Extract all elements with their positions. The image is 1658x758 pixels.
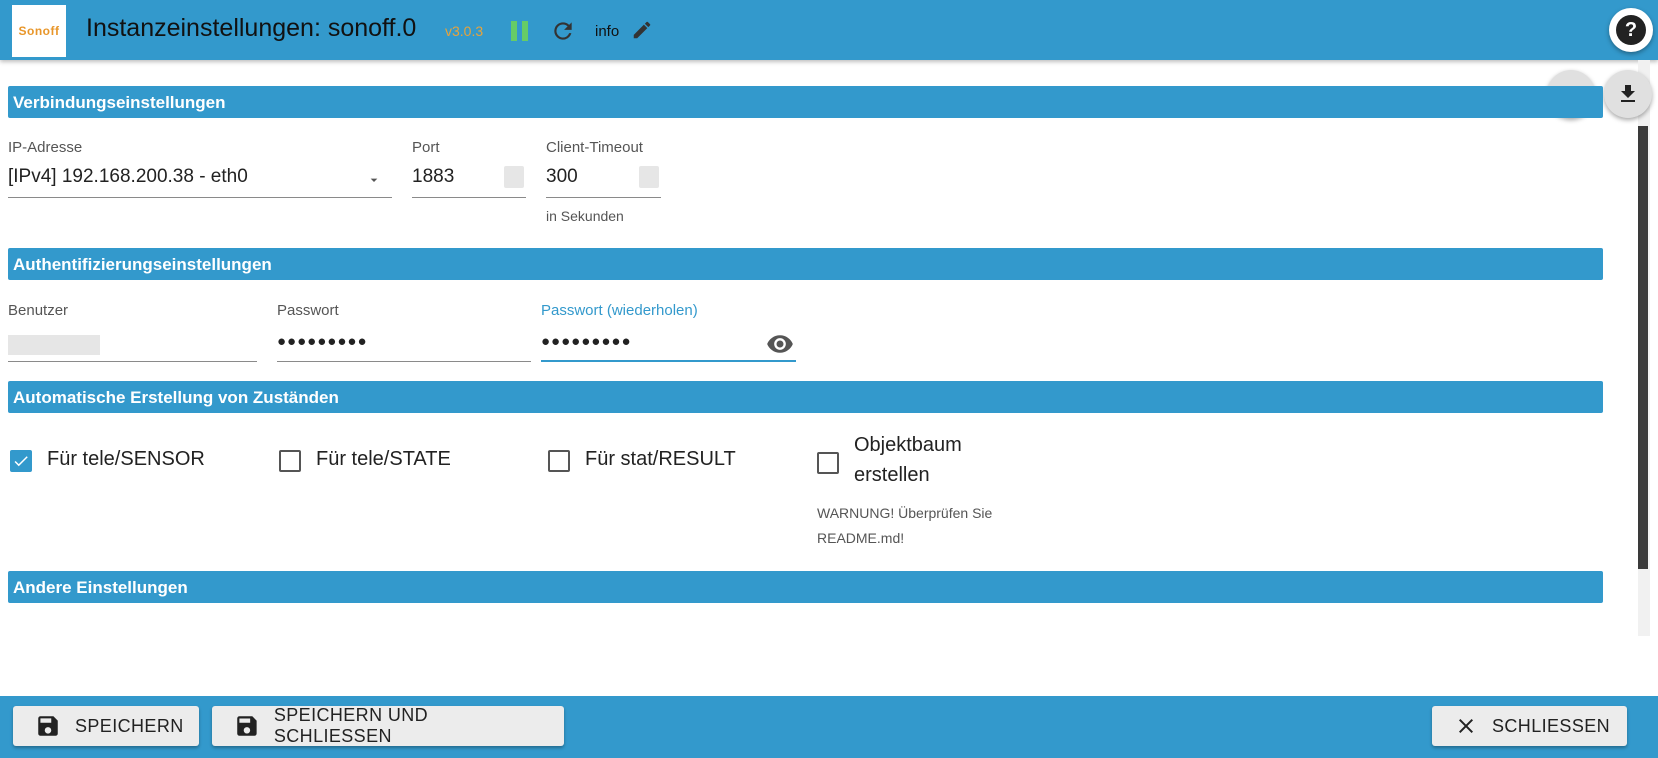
reload-icon[interactable] — [550, 18, 576, 44]
checkbox-tele-state-label: Für tele/STATE — [316, 448, 451, 470]
floppy-icon — [38, 716, 58, 736]
top-bar: Sonoff Instanzeinstellungen: sonoff.0 v3… — [0, 0, 1658, 60]
timeout-label: Client-Timeout — [546, 139, 643, 156]
password-value: ●●●●●●●●● — [277, 333, 368, 350]
close-button[interactable]: SCHLIESSEN — [1432, 706, 1627, 746]
checkbox-stat-result[interactable]: Für stat/RESULT — [548, 448, 748, 474]
floppy-icon — [237, 716, 257, 736]
checkbox-object-tree-box[interactable] — [817, 452, 839, 474]
pencil-icon[interactable] — [631, 19, 653, 41]
download-icon — [1621, 85, 1635, 102]
user-input[interactable] — [8, 324, 257, 362]
save-close-button[interactable]: SPEICHERN UND SCHLIESSEN — [212, 705, 564, 746]
checkbox-tele-state[interactable]: Für tele/STATE — [279, 448, 479, 474]
section-auth: Authentifizierungseinstellungen — [8, 248, 1603, 280]
page-title: Instanzeinstellungen: sonoff.0 — [86, 14, 417, 42]
user-label: Benutzer — [8, 302, 69, 319]
timeout-stepper[interactable] — [639, 166, 659, 188]
password-repeat-input[interactable]: ●●●●●●●●● — [541, 324, 796, 362]
warning-text-line2: README.md! — [817, 530, 905, 546]
chevron-down-icon — [370, 178, 378, 182]
checkbox-object-tree-label-line2: erstellen — [854, 464, 930, 486]
save-button-label: SPEICHERN — [75, 715, 184, 736]
password-repeat-value: ●●●●●●●●● — [541, 333, 632, 350]
version-label: v3.0.3 — [445, 23, 484, 39]
save-button[interactable]: SPEICHERN — [13, 706, 199, 746]
password-repeat-label: Passwort (wiederholen) — [541, 302, 698, 319]
logo-text: Sonoff — [18, 24, 60, 38]
scrollbar-thumb[interactable] — [1638, 126, 1648, 569]
checkbox-tele-state-box[interactable] — [279, 450, 301, 472]
checkbox-tele-sensor[interactable]: Für tele/SENSOR — [10, 448, 210, 474]
password-label: Passwort — [277, 302, 339, 319]
timeout-value: 300 — [546, 166, 578, 187]
section-other-title: Andere Einstellungen — [13, 578, 188, 597]
eye-icon[interactable] — [766, 330, 794, 358]
port-stepper[interactable] — [504, 166, 524, 188]
help-button[interactable]: ? — [1609, 8, 1653, 52]
save-close-button-label: SPEICHERN UND SCHLIESSEN — [273, 705, 429, 746]
checkbox-object-tree-label-line1: Objektbaum — [854, 434, 962, 456]
section-auto-states: Automatische Erstellung von Zuständen — [8, 381, 1603, 413]
redacted-username — [8, 335, 100, 355]
section-connection: Verbindungseinstellungen — [8, 86, 1603, 118]
help-icon: ? — [1616, 15, 1646, 45]
close-icon — [1459, 719, 1473, 733]
port-label: Port — [412, 139, 440, 156]
section-connection-title: Verbindungseinstellungen — [13, 93, 226, 112]
pause-icon[interactable] — [511, 21, 529, 41]
section-auto-states-title: Automatische Erstellung von Zuständen — [13, 388, 339, 407]
section-auth-title: Authentifizierungseinstellungen — [13, 255, 272, 274]
bottom-bar: SPEICHERN SPEICHERN UND SCHLIESSEN SCHLI… — [0, 696, 1658, 758]
timeout-input[interactable]: 300 — [546, 160, 661, 198]
checkbox-stat-result-box[interactable] — [548, 450, 570, 472]
checkbox-tele-sensor-box[interactable] — [10, 450, 32, 472]
timeout-helper: in Sekunden — [546, 208, 624, 224]
ip-label: IP-Adresse — [8, 139, 83, 156]
port-value: 1883 — [412, 166, 455, 187]
checkbox-object-tree[interactable]: Objektbaum erstellen — [817, 434, 1017, 494]
info-label: info — [595, 23, 620, 40]
checkbox-stat-result-label: Für stat/RESULT — [585, 448, 736, 470]
port-input[interactable]: 1883 — [412, 160, 526, 198]
ip-select[interactable]: [IPv4] 192.168.200.38 - eth0 — [8, 160, 392, 198]
section-other: Andere Einstellungen — [8, 571, 1603, 603]
password-input[interactable]: ●●●●●●●●● — [277, 324, 531, 362]
checkbox-tele-sensor-label: Für tele/SENSOR — [47, 448, 205, 470]
check-icon — [14, 456, 28, 467]
warning-text-line1: WARNUNG! Überprüfen Sie — [817, 505, 993, 521]
close-button-label: SCHLIESSEN — [1492, 715, 1611, 736]
download-button[interactable] — [1604, 70, 1652, 118]
ip-value: [IPv4] 192.168.200.38 - eth0 — [8, 166, 248, 187]
sonoff-logo: Sonoff — [12, 5, 66, 57]
